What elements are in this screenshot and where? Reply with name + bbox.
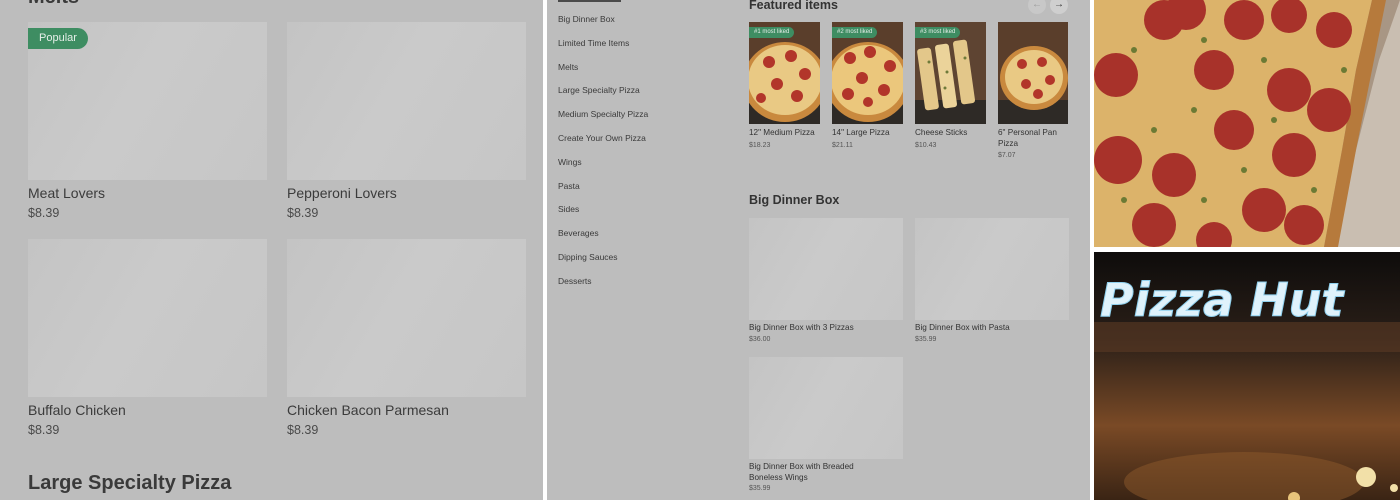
pepperoni-pizza-photo xyxy=(1094,0,1400,247)
featured-item-price: $7.07 xyxy=(998,152,1016,159)
menu-item-price: $35.99 xyxy=(915,335,937,343)
menu-item-card[interactable]: Big Dinner Box with Pasta $35.99 xyxy=(915,218,1069,343)
featured-item-name: 12" Medium Pizza xyxy=(749,128,815,137)
menu-item-card[interactable]: Chicken Bacon Parmesan $8.39 xyxy=(287,239,526,437)
menu-item-price: $8.39 xyxy=(28,423,60,437)
pizza-hut-sign-image: Pizza Hut xyxy=(1094,252,1400,500)
pizza-slice-photo xyxy=(1094,0,1400,247)
featured-item-image xyxy=(998,22,1068,124)
nav-item-large-specialty-pizza[interactable]: Large Specialty Pizza xyxy=(558,85,648,109)
nav-item-medium-specialty-pizza[interactable]: Medium Specialty Pizza xyxy=(558,109,648,133)
menu-item-price: $36.00 xyxy=(749,335,771,343)
menu-item-price: $8.39 xyxy=(287,206,319,220)
menu-item-price: $35.99 xyxy=(749,485,771,492)
featured-item-name: 14" Large Pizza xyxy=(832,128,890,137)
menu-item-price: $8.39 xyxy=(287,423,319,437)
menu-item-name: Big Dinner Box with Breaded Boneless Win… xyxy=(749,462,854,482)
featured-item-name: Cheese Sticks xyxy=(915,128,968,137)
menu-item-image xyxy=(749,218,903,320)
featured-item-image: #3 most liked xyxy=(915,22,986,124)
nav-item-big-dinner-box[interactable]: Big Dinner Box xyxy=(558,14,648,38)
nav-item-melts[interactable]: Melts xyxy=(558,62,648,86)
category-nav: Big Dinner Box Limited Time Items Melts … xyxy=(558,14,648,300)
section-title-large-specialty-pizza: Large Specialty Pizza xyxy=(28,472,232,494)
nav-item-beverages[interactable]: Beverages xyxy=(558,228,648,252)
nav-item-pasta[interactable]: Pasta xyxy=(558,181,648,205)
most-liked-badge: #2 most liked xyxy=(832,27,878,38)
pizza-image xyxy=(998,22,1068,124)
menu-item-name: Pepperoni Lovers xyxy=(287,185,397,201)
featured-item-price: $10.43 xyxy=(915,141,937,149)
photo-column: Pizza Hut xyxy=(1094,0,1400,500)
nav-active-underline xyxy=(558,0,621,2)
nav-item-desserts[interactable]: Desserts xyxy=(558,276,648,300)
menu-item-name: Meat Lovers xyxy=(28,185,106,201)
featured-item-card[interactable]: #1 most liked 12" Medium Pizza $18.23 xyxy=(749,22,820,149)
featured-item-card[interactable]: 6" Personal Pan Pizza $7.07 xyxy=(998,22,1068,159)
menu-item-name: Buffalo Chicken xyxy=(28,402,126,418)
nav-item-limited-time-items[interactable]: Limited Time Items xyxy=(558,38,648,62)
featured-item-card[interactable]: #3 most liked Cheese Sticks $10.43 xyxy=(915,22,986,149)
carousel-next-button[interactable]: → xyxy=(1050,0,1068,14)
menu-item-name: Big Dinner Box with 3 Pizzas xyxy=(749,323,854,332)
screenshot-collage: Melts Meat Lovers $8.39 Popular Pepperon… xyxy=(0,0,1400,500)
menu-item-card[interactable]: Pepperoni Lovers $8.39 xyxy=(287,22,526,220)
menu-item-image xyxy=(915,218,1069,320)
featured-item-image: #2 most liked xyxy=(832,22,903,124)
menu-item-card[interactable]: Big Dinner Box with Breaded Boneless Win… xyxy=(749,357,903,492)
menu-item-image xyxy=(287,239,526,397)
menu-item-price: $8.39 xyxy=(28,206,60,220)
melts-panel: Melts Meat Lovers $8.39 Popular Pepperon… xyxy=(0,0,543,500)
section-title-melts: Melts xyxy=(28,0,79,9)
pizza-hut-logo-text: Pizza Hut xyxy=(1100,273,1345,327)
featured-item-card[interactable]: #2 most liked 14" Large Pizza $21.11 xyxy=(832,22,903,149)
menu-item-card[interactable]: Meat Lovers $8.39 xyxy=(28,22,267,220)
menu-item-name: Big Dinner Box with Pasta xyxy=(915,323,1010,332)
featured-item-image: #1 most liked xyxy=(749,22,820,124)
nav-item-sides[interactable]: Sides xyxy=(558,204,648,228)
menu-item-name: Chicken Bacon Parmesan xyxy=(287,402,449,418)
menu-item-image xyxy=(749,357,903,459)
nav-item-wings[interactable]: Wings xyxy=(558,157,648,181)
pizza-hut-sign-photo: Pizza Hut xyxy=(1094,252,1400,500)
section-title-big-dinner-box: Big Dinner Box xyxy=(749,193,840,207)
arrow-left-icon: ← xyxy=(1032,0,1042,10)
carousel-prev-button[interactable]: ← xyxy=(1028,0,1046,14)
most-liked-badge: #3 most liked xyxy=(915,27,961,38)
most-liked-badge: #1 most liked xyxy=(749,27,795,38)
featured-item-price: $18.23 xyxy=(749,141,771,149)
menu-item-image xyxy=(287,22,526,180)
menu-item-card[interactable]: Big Dinner Box with 3 Pizzas $36.00 xyxy=(749,218,903,343)
featured-item-price: $21.11 xyxy=(832,141,853,149)
nav-item-dipping-sauces[interactable]: Dipping Sauces xyxy=(558,252,648,276)
menu-item-image xyxy=(28,239,267,397)
menu-item-card[interactable]: Buffalo Chicken $8.39 xyxy=(28,239,267,437)
popular-badge: Popular xyxy=(28,28,88,49)
featured-item-name: 6" Personal Pan Pizza xyxy=(998,128,1057,148)
section-title-featured-items: Featured items xyxy=(749,0,838,12)
nav-item-create-your-own-pizza[interactable]: Create Your Own Pizza xyxy=(558,133,648,157)
menu-panel: Big Dinner Box Limited Time Items Melts … xyxy=(547,0,1090,500)
arrow-right-icon: → xyxy=(1054,0,1064,10)
